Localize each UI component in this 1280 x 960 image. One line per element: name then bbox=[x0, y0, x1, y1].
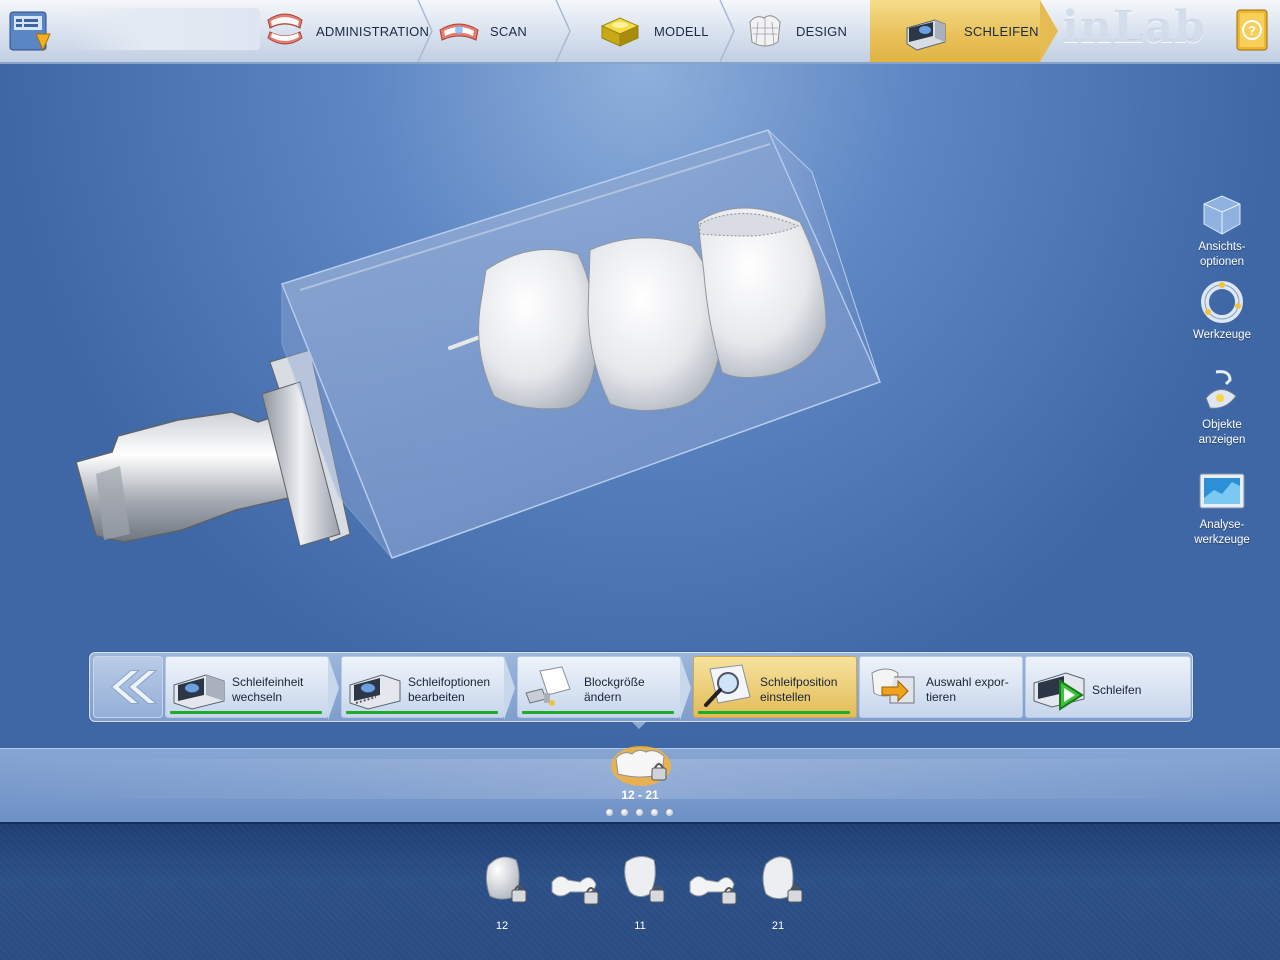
milling-start-icon bbox=[1033, 672, 1085, 711]
workflow-bar: ADMINISTRATION SCAN MODELL DESIGN SCHLEI… bbox=[0, 0, 1280, 64]
analysis-tools-button[interactable]: Analyse- werkzeuge bbox=[1186, 468, 1258, 548]
page-dot[interactable] bbox=[650, 808, 659, 817]
milling-unit-icon bbox=[906, 19, 946, 51]
milling-block-scene[interactable] bbox=[0, 64, 1280, 748]
step-label: MODELL bbox=[654, 23, 709, 39]
active-step-caret bbox=[632, 722, 646, 729]
bridge-group-thumbnail[interactable] bbox=[608, 740, 674, 788]
action-label: Blockgröße ändern bbox=[584, 675, 645, 704]
tool-label: Objekte bbox=[1202, 419, 1242, 431]
connector-icon[interactable] bbox=[686, 864, 746, 924]
tool-label: optionen bbox=[1199, 256, 1245, 268]
action-label: Auswahl expor-tieren bbox=[926, 675, 1009, 704]
tooth-label: 12 bbox=[495, 920, 509, 932]
page-dot[interactable] bbox=[605, 808, 614, 817]
block-size-icon bbox=[525, 666, 571, 706]
action-change-block-size[interactable]: Blockgröße ändern bbox=[517, 656, 691, 720]
home-icon[interactable] bbox=[6, 6, 54, 56]
action-set-milling-position[interactable]: Schleifposition einstellen bbox=[693, 656, 857, 718]
step-label: SCHLEIFEN bbox=[964, 23, 1039, 39]
scan-jaw-icon bbox=[439, 23, 479, 41]
step-scan[interactable]: SCAN bbox=[436, 0, 527, 62]
action-label: Schleifen bbox=[1092, 683, 1142, 697]
tooth-label: 11 bbox=[634, 920, 646, 932]
connector-icon[interactable] bbox=[548, 864, 608, 924]
crown-design-icon bbox=[749, 15, 781, 47]
back-button[interactable] bbox=[93, 656, 163, 718]
crown-11-icon[interactable] bbox=[620, 852, 680, 912]
milling-unit-icon bbox=[173, 674, 225, 710]
inlab-logo: inLab bbox=[1062, 2, 1206, 53]
action-toolbar: Schleifeinheit wechseln Schleifoptionen be… bbox=[89, 652, 1193, 722]
magnifier-block-icon bbox=[704, 664, 751, 707]
step-modell[interactable]: MODELL bbox=[592, 0, 709, 62]
page-dot[interactable] bbox=[635, 808, 644, 817]
step-label: DESIGN bbox=[796, 23, 848, 39]
tool-label: anzeigen bbox=[1198, 434, 1246, 446]
page-dots bbox=[605, 808, 674, 817]
dentures-icon bbox=[267, 13, 303, 45]
svg-text:?: ? bbox=[1248, 23, 1256, 38]
view-options-button[interactable]: Ansichts- optionen bbox=[1186, 190, 1258, 270]
action-label: Schleifeinheit wechseln bbox=[232, 675, 304, 704]
analysis-monitor-icon bbox=[1199, 473, 1245, 509]
step-label: SCAN bbox=[490, 23, 527, 39]
action-label: Schleifoptionen bearbeiten bbox=[408, 675, 491, 704]
lamp-icon bbox=[1205, 370, 1237, 409]
step-administration[interactable]: ADMINISTRATION bbox=[262, 0, 429, 62]
step-label: ADMINISTRATION bbox=[316, 23, 430, 39]
page-dot[interactable] bbox=[620, 808, 629, 817]
export-icon bbox=[871, 668, 915, 704]
tools-button[interactable]: Werkzeuge bbox=[1186, 278, 1258, 343]
show-objects-button[interactable]: Objekte anzeigen bbox=[1186, 368, 1258, 448]
tool-label: werkzeuge bbox=[1194, 534, 1250, 546]
progress-indicator bbox=[522, 711, 674, 714]
tool-ring-icon bbox=[1201, 281, 1243, 323]
crown-12-icon[interactable] bbox=[482, 852, 542, 912]
action-start-milling[interactable]: Schleifen bbox=[1025, 656, 1191, 718]
crown-21-icon[interactable] bbox=[758, 852, 818, 912]
double-chevron-left-icon bbox=[110, 670, 158, 704]
action-edit-milling-options[interactable]: Schleifoptionen bearbeiten bbox=[341, 656, 515, 720]
3d-viewport[interactable]: Ansichts- optionen Werkzeuge Objekte anz… bbox=[0, 64, 1280, 748]
page-dot[interactable] bbox=[665, 808, 674, 817]
patient-info-area bbox=[70, 8, 260, 50]
step-schleifen[interactable]: SCHLEIFEN bbox=[870, 0, 1058, 62]
tool-label: Analyse- bbox=[1199, 519, 1245, 531]
step-separator bbox=[719, 0, 735, 62]
progress-indicator bbox=[698, 711, 850, 714]
action-label: Schleifposition einstellen bbox=[760, 675, 838, 704]
model-icon bbox=[600, 17, 640, 47]
tooth-label: 21 bbox=[771, 920, 785, 932]
tool-label: Werkzeuge bbox=[1193, 329, 1251, 341]
step-separator bbox=[417, 0, 433, 62]
milling-options-icon bbox=[349, 674, 401, 710]
progress-indicator bbox=[346, 711, 498, 714]
help-icon[interactable]: ? bbox=[1232, 6, 1274, 56]
step-design[interactable]: DESIGN bbox=[742, 0, 847, 62]
step-separator bbox=[555, 0, 571, 62]
bridge-group-label: 12 - 21 bbox=[621, 788, 659, 802]
view-cube-icon bbox=[1203, 195, 1241, 235]
action-change-milling-unit[interactable]: Schleifeinheit wechseln bbox=[165, 656, 339, 720]
action-export-selection[interactable]: Auswahl expor-tieren bbox=[859, 656, 1023, 718]
tool-label: Ansichts- bbox=[1198, 241, 1246, 253]
progress-indicator bbox=[170, 711, 322, 714]
